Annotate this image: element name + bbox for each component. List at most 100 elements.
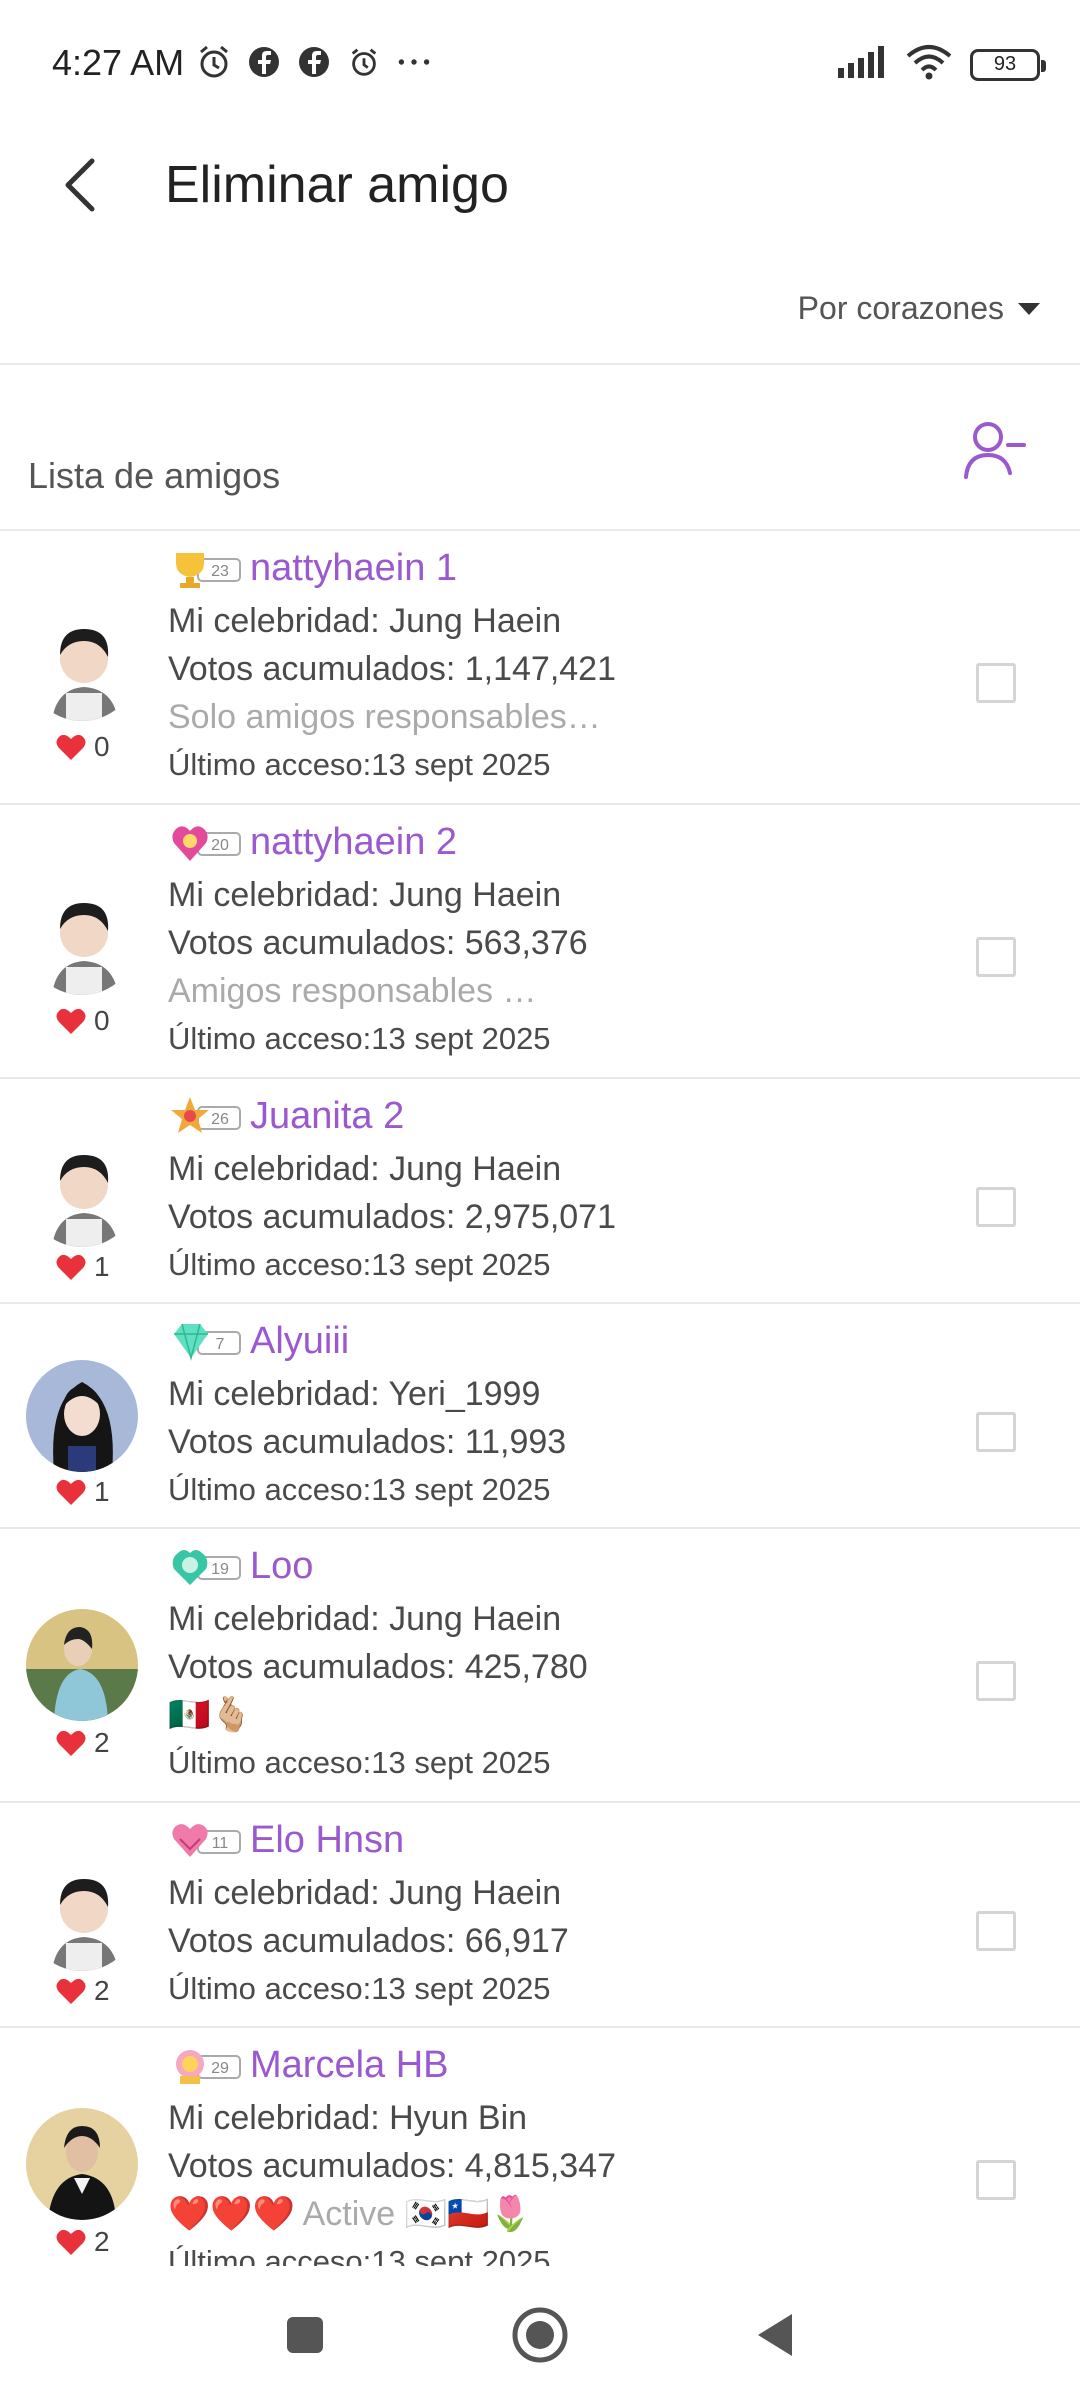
heart-icon: [56, 1730, 86, 1756]
friend-celebrity: Mi celebridad: Jung Haein: [168, 1150, 562, 1188]
heart-count-value: 1: [94, 1476, 110, 1507]
facebook-icon: [296, 44, 332, 80]
friend-votes: Votos acumulados: 11,993: [168, 1423, 567, 1461]
friend-row[interactable]: 1 26 Juanita 2 Mi celebridad: Jung Haein…: [0, 1079, 1080, 1304]
diamond-badge-icon: 7: [174, 1323, 241, 1361]
select-checkbox[interactable]: [976, 1661, 1016, 1701]
heart-icon: [56, 734, 86, 760]
select-checkbox[interactable]: [976, 2160, 1016, 2200]
heart-icon: [56, 1254, 86, 1280]
friend-row[interactable]: 2 19 Loo Mi celebridad: Jung Haein Votos…: [0, 1529, 1080, 1803]
list-header: Lista de amigos: [0, 365, 1080, 531]
friend-votes: Votos acumulados: 66,917: [168, 1922, 569, 1960]
heart-count: 2: [56, 2226, 110, 2258]
friend-votes: Votos acumulados: 563,376: [168, 924, 588, 962]
friend-row[interactable]: 0 20 nattyhaein 2 Mi celebridad: Jung Ha…: [0, 805, 1080, 1079]
wifi-icon: [906, 44, 952, 85]
svg-text:20: 20: [211, 837, 229, 854]
select-checkbox[interactable]: [976, 663, 1016, 703]
friend-name[interactable]: Juanita 2: [250, 1093, 404, 1139]
friend-last-access: Último acceso:13 sept 2025: [168, 1971, 551, 2006]
friend-name[interactable]: Marcela HB: [250, 2042, 449, 2088]
trophy-badge-icon: 23: [176, 553, 241, 588]
friend-row[interactable]: 2 11 Elo Hnsn Mi celebridad: Jung Haein …: [0, 1803, 1080, 2028]
heart-count: 1: [56, 1251, 110, 1283]
list-title: Lista de amigos: [28, 455, 281, 496]
home-circle-icon: [512, 2307, 568, 2363]
flower-badge-icon: 29: [176, 2050, 241, 2084]
heart-icon: [56, 1008, 86, 1034]
sort-label: Por corazones: [797, 290, 1004, 326]
friend-celebrity: Mi celebridad: Jung Haein: [168, 876, 562, 914]
heart-icon: [56, 1978, 86, 2004]
facebook-icon: [246, 44, 282, 80]
select-checkbox[interactable]: [976, 1412, 1016, 1452]
select-checkbox[interactable]: [976, 1911, 1016, 1951]
friend-last-access: Último acceso:13 sept 2025: [168, 1021, 551, 1056]
friend-celebrity: Mi celebridad: Jung Haein: [168, 602, 562, 640]
avatar: [26, 1135, 138, 1247]
friend-votes: Votos acumulados: 2,975,071: [168, 1198, 616, 1236]
heart-count-value: 0: [94, 1005, 110, 1036]
avatar: [26, 1859, 138, 1971]
friend-name[interactable]: Loo: [250, 1543, 313, 1589]
friend-note: Solo amigos responsables…: [168, 698, 601, 736]
app-header: Eliminar amigo: [0, 130, 1080, 240]
chevron-down-icon: [1018, 302, 1040, 315]
svg-text:19: 19: [211, 1561, 229, 1578]
friend-celebrity: Mi celebridad: Jung Haein: [168, 1600, 562, 1638]
more-dots-icon: [396, 44, 432, 80]
page-title: Eliminar amigo: [165, 156, 509, 214]
svg-text:29: 29: [211, 2060, 229, 2077]
svg-text:7: 7: [216, 1336, 225, 1353]
heart-count: 1: [56, 1476, 110, 1508]
select-checkbox[interactable]: [976, 937, 1016, 977]
remove-user-icon: [964, 422, 1026, 479]
remove-user-button[interactable]: [960, 415, 1030, 485]
recents-button[interactable]: [270, 2300, 340, 2370]
battery-level: 93: [993, 53, 1017, 75]
back-nav-button[interactable]: [740, 2300, 810, 2370]
friend-last-access: Último acceso:13 sept 2025: [168, 1472, 551, 1507]
home-button[interactable]: [505, 2300, 575, 2370]
svg-text:26: 26: [211, 1111, 229, 1128]
friend-name[interactable]: Alyuiii: [250, 1318, 349, 1364]
friend-last-access: Último acceso:13 sept 2025: [168, 2244, 551, 2266]
gem-heart-badge-icon: 11: [172, 1824, 241, 1857]
friend-name[interactable]: nattyhaein 2: [250, 819, 457, 865]
friend-note: Amigos responsables …: [168, 972, 537, 1010]
friend-row[interactable]: 0 23 nattyhaein 1 Mi celebridad: Jung Ha…: [0, 531, 1080, 805]
heart-count-value: 2: [94, 1975, 110, 2006]
heart-count: 2: [56, 1975, 110, 2007]
friend-list: 0 23 nattyhaein 1 Mi celebridad: Jung Ha…: [0, 531, 1080, 2266]
avatar: [26, 883, 138, 995]
note-hearts: ❤️❤️❤️: [168, 2195, 296, 2233]
avatar: [26, 1609, 138, 1721]
avatar: [26, 1360, 138, 1472]
signal-icon: [838, 46, 888, 83]
heart-count: 0: [56, 1005, 110, 1037]
battery-icon: 93: [970, 48, 1046, 81]
back-button[interactable]: [50, 150, 110, 220]
select-checkbox[interactable]: [976, 1187, 1016, 1227]
alarm-icon: [346, 44, 382, 80]
sort-dropdown[interactable]: Por corazones: [798, 290, 1040, 327]
friend-note: 🇲🇽🫰🏼: [168, 1696, 253, 1734]
heart-shield-badge-icon: 20: [172, 826, 241, 861]
friend-last-access: Último acceso:13 sept 2025: [168, 747, 551, 782]
friend-name[interactable]: nattyhaein 1: [250, 545, 457, 591]
friend-name[interactable]: Elo Hnsn: [250, 1817, 404, 1863]
friend-row[interactable]: 1 7 Alyuiii Mi celebridad: Yeri_1999 Vot…: [0, 1304, 1080, 1529]
avatar: [26, 609, 138, 721]
heart-count-value: 0: [94, 731, 110, 762]
status-bar: 4:27 AM 93: [0, 0, 1080, 130]
star-badge-icon: 26: [171, 1097, 241, 1133]
heart-count: 0: [56, 731, 110, 763]
svg-text:23: 23: [211, 563, 229, 580]
back-triangle-icon: [758, 2314, 792, 2356]
heart-count-value: 2: [94, 1727, 110, 1758]
friend-row[interactable]: 2 29 Marcela HB Mi celebridad: Hyun Bin …: [0, 2028, 1080, 2266]
heart-count-value: 1: [94, 1251, 110, 1282]
friend-votes: Votos acumulados: 425,780: [168, 1648, 588, 1686]
note-active-text: Active: [302, 2195, 396, 2233]
